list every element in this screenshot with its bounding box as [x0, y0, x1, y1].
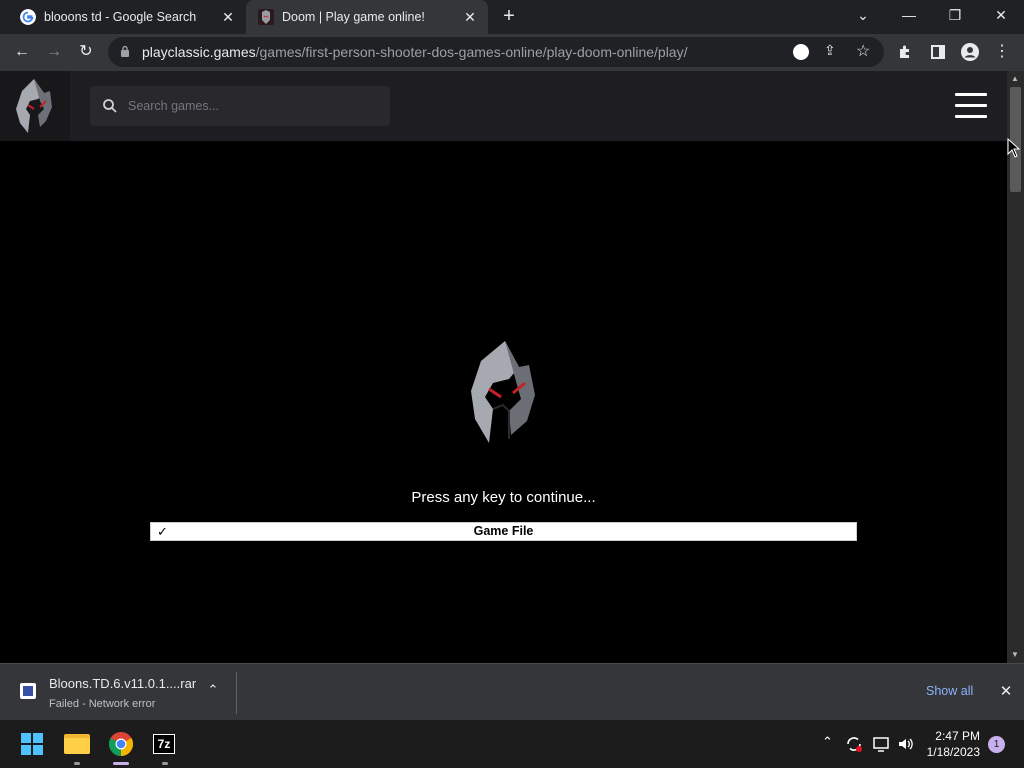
close-tab-icon[interactable]: ✕	[462, 9, 478, 25]
explorer-running-indicator	[74, 762, 80, 765]
lock-icon	[120, 45, 134, 60]
menu-kebab-icon[interactable]: ⋮	[988, 38, 1016, 66]
clock-date[interactable]: 1/18/2023	[920, 745, 980, 759]
shelf-divider	[236, 672, 237, 714]
network-icon[interactable]	[872, 735, 890, 753]
forward-icon[interactable]: →	[40, 38, 68, 66]
hamburger-menu-icon[interactable]	[955, 93, 987, 119]
scroll-down-arrow-icon[interactable]: ▼	[1011, 650, 1019, 659]
clock-time[interactable]: 2:47 PM	[920, 729, 980, 743]
profile-icon[interactable]	[956, 38, 984, 66]
extensions-icon[interactable]	[892, 38, 920, 66]
google-icon	[20, 9, 36, 25]
spartan-helmet-logo-icon	[471, 341, 535, 443]
download-status: Failed - Network error	[49, 698, 156, 710]
tab-search-chevron-icon[interactable]: ⌄	[840, 0, 886, 30]
url-text: playclassic.games/games/first-person-sho…	[142, 44, 687, 60]
share-icon[interactable]: ⇪	[824, 42, 836, 59]
tab-google-search[interactable]: blooons td - Google Search ✕	[0, 0, 246, 34]
show-all-button[interactable]: Show all	[926, 684, 973, 698]
bookmark-star-icon[interactable]: ☆	[856, 41, 870, 61]
reload-icon[interactable]: ↻	[72, 38, 100, 66]
site-header	[0, 71, 1007, 141]
search-icon	[103, 99, 117, 113]
game-file-progress-bar: ✓ Game File	[150, 522, 857, 541]
tab-title: blooons td - Google Search	[44, 10, 197, 24]
url-path: /games/first-person-shooter-dos-games-on…	[255, 44, 688, 60]
rar-file-icon	[20, 683, 36, 699]
taskbar: 7z ⌃ 2:47 PM 1/18/2023 1	[0, 720, 1024, 768]
side-panel-icon[interactable]	[924, 38, 952, 66]
close-tab-icon[interactable]: ✕	[220, 9, 236, 25]
address-bar[interactable]: playclassic.games/games/first-person-sho…	[108, 37, 884, 67]
chrome-icon[interactable]	[109, 732, 133, 756]
tab-strip: blooons td - Google Search ✕ Doom | Play…	[0, 0, 1024, 34]
sync-icon[interactable]	[845, 735, 863, 753]
doom-favicon-icon	[258, 9, 274, 25]
scroll-up-arrow-icon[interactable]: ▲	[1011, 74, 1019, 83]
search-input[interactable]	[128, 99, 368, 113]
mouse-cursor-icon	[1007, 138, 1021, 158]
close-shelf-icon[interactable]: ✕	[998, 682, 1014, 700]
notification-badge[interactable]: 1	[988, 736, 1005, 753]
search-box[interactable]	[90, 86, 390, 126]
game-canvas[interactable]: Press any key to continue... ✓ Game File	[0, 141, 1007, 663]
press-any-key-text: Press any key to continue...	[411, 489, 596, 506]
file-explorer-icon[interactable]	[64, 732, 90, 754]
browser-toolbar: ← → ↻ playclassic.games/games/first-pers…	[0, 34, 1024, 71]
tab-doom[interactable]: Doom | Play game online! ✕	[246, 0, 488, 34]
new-tab-icon[interactable]: +	[498, 5, 520, 27]
back-icon[interactable]: ←	[8, 38, 36, 66]
game-file-label: Game File	[473, 524, 534, 538]
7zip-icon[interactable]: 7z	[153, 734, 175, 754]
windows-start-icon[interactable]	[21, 733, 43, 755]
download-options-chevron-icon[interactable]: ⌃	[204, 682, 222, 700]
tab-title: Doom | Play game online!	[282, 10, 425, 24]
chrome-active-indicator	[113, 762, 129, 765]
download-shelf: Bloons.TD.6.v11.0.1....rar Failed - Netw…	[0, 663, 1024, 720]
google-lens-icon[interactable]	[793, 44, 809, 60]
url-domain: playclassic.games	[142, 44, 256, 60]
minimize-icon[interactable]: —	[886, 0, 932, 30]
site-logo[interactable]	[0, 71, 70, 141]
restore-icon[interactable]: ❐	[932, 0, 978, 30]
window-close-icon[interactable]: ✕	[978, 0, 1024, 30]
spartan-helmet-icon	[16, 79, 52, 133]
7zip-running-indicator	[162, 762, 168, 765]
page-scrollbar[interactable]: ▲ ▼	[1007, 71, 1024, 663]
tray-chevron-up-icon[interactable]: ⌃	[822, 734, 833, 750]
volume-icon[interactable]	[897, 735, 915, 753]
download-file-name[interactable]: Bloons.TD.6.v11.0.1....rar	[49, 676, 196, 691]
